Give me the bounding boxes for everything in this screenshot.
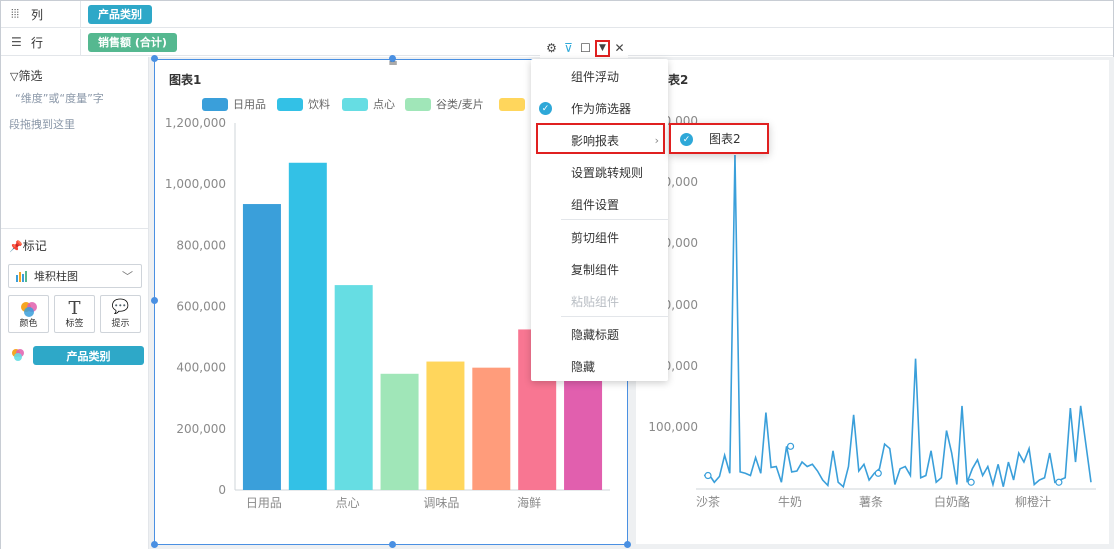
columns-shelf: ⦙⦙⦙ 列 产品类别 — [1, 1, 1113, 28]
submenu-item-chart2[interactable]: 图表2 — [709, 130, 741, 147]
resize-handle[interactable] — [151, 55, 158, 62]
columns-shelf-label: ⦙⦙⦙ 列 — [1, 1, 81, 27]
tooltip-icon: 💬 — [111, 299, 130, 315]
submenu: ✓ 图表2 — [669, 123, 769, 154]
menu-item-component-settings[interactable]: 组件设置 — [531, 188, 668, 220]
filter-hint-line2: 段拖拽到这里 — [9, 118, 75, 131]
tooltip-mark-button[interactable]: 💬 提示 — [100, 295, 141, 333]
menu-separator — [561, 219, 668, 220]
menu-item-cut[interactable]: 剪切组件 — [531, 221, 668, 253]
menu-item-paste: 粘贴组件 — [571, 294, 620, 309]
data-point[interactable] — [967, 478, 975, 486]
chart-type-label: 堆积柱图 — [34, 270, 78, 283]
x-tick-label: 牛奶 — [778, 494, 802, 509]
columns-icon: ⦙⦙⦙ — [11, 6, 20, 21]
component-toolbar: ⚙ ⊽ ☐ ▼ ✕ — [540, 38, 628, 58]
pin-icon: 📌 — [9, 240, 23, 253]
chevron-down-icon: ﹀ — [122, 270, 133, 283]
x-tick-label: 白奶酪 — [934, 494, 970, 509]
columns-field-pill[interactable]: 产品类别 — [88, 4, 152, 24]
data-point[interactable] — [704, 471, 712, 480]
menu-item-hide[interactable]: 隐藏 — [531, 350, 668, 382]
check-icon: ✓ — [539, 102, 552, 115]
menu-separator — [561, 316, 668, 317]
resize-handle[interactable] — [151, 297, 158, 304]
stacked-bar-icon — [16, 271, 27, 282]
menu-item-copy[interactable]: 复制组件 — [531, 253, 668, 285]
data-point[interactable] — [874, 469, 882, 477]
data-point[interactable] — [1055, 478, 1063, 486]
rows-icon: ☰ — [11, 35, 22, 49]
resize-handle[interactable] — [389, 55, 396, 62]
menu-item-jump-rule[interactable]: 设置跳转规则 — [531, 156, 668, 188]
series-line[interactable] — [703, 154, 1092, 489]
resize-handle[interactable] — [389, 541, 396, 548]
rows-shelf-label: ☰ 行 — [1, 29, 81, 55]
maximize-icon[interactable]: ☐ — [578, 41, 593, 55]
menu-item-as-filter[interactable]: ✓ 作为筛选器 — [531, 92, 668, 124]
close-icon[interactable]: ✕ — [612, 41, 627, 55]
rows-field-pill[interactable]: 销售额 (合计) — [88, 32, 177, 52]
check-icon: ✓ — [680, 133, 693, 146]
menu-item-float[interactable]: 组件浮动 — [531, 60, 668, 92]
columns-label: 列 — [31, 7, 44, 22]
tooltip-mark-label: 提示 — [111, 319, 130, 329]
highlight-box — [536, 123, 665, 154]
gear-icon[interactable]: ⚙ — [544, 41, 559, 55]
x-tick-label: 薯条 — [859, 495, 883, 509]
x-tick-label: 柳橙汁 — [1015, 494, 1051, 509]
data-point[interactable] — [786, 442, 795, 450]
color-field-icon — [12, 349, 24, 361]
menu-item-hide-title[interactable]: 隐藏标题 — [531, 318, 668, 350]
filter-icon[interactable]: ⊽ — [561, 41, 576, 55]
rows-label: 行 — [31, 35, 44, 50]
resize-handle[interactable] — [624, 541, 631, 548]
left-panel: ▽筛选 “维度”或“度量”字 段拖拽到这里 📌标记 堆积柱图 ﹀ 颜色 T 标签 — [1, 57, 149, 549]
dropdown-arrow-icon[interactable]: ▼ — [595, 39, 610, 57]
resize-handle[interactable] — [151, 541, 158, 548]
palette-icon — [21, 302, 37, 317]
filter-hint-line1: “维度”或“度量”字 — [15, 92, 104, 105]
x-tick-label: 沙茶 — [696, 494, 720, 509]
label-mark-button[interactable]: T 标签 — [54, 295, 95, 333]
color-mark-button[interactable]: 颜色 — [8, 295, 49, 333]
filter-title: ▽筛选 — [10, 69, 43, 83]
y-tick-label: 100,000 — [648, 420, 698, 434]
color-field-pill[interactable]: 产品类别 — [33, 346, 144, 365]
app-frame: ⦙⦙⦙ 列 产品类别 ☰ 行 销售额 (合计) ▽筛选 “维度”或“度量”字 段… — [0, 0, 1114, 549]
context-menu: 组件浮动 ✓ 作为筛选器 影响报表 › 设置跳转规则 组件设置 剪切组件 复制组… — [531, 59, 668, 381]
text-icon: T — [68, 298, 81, 319]
divider — [1, 228, 148, 229]
chart-type-dropdown[interactable]: 堆积柱图 ﹀ — [8, 264, 142, 288]
marks-title: 📌标记 — [9, 239, 47, 253]
